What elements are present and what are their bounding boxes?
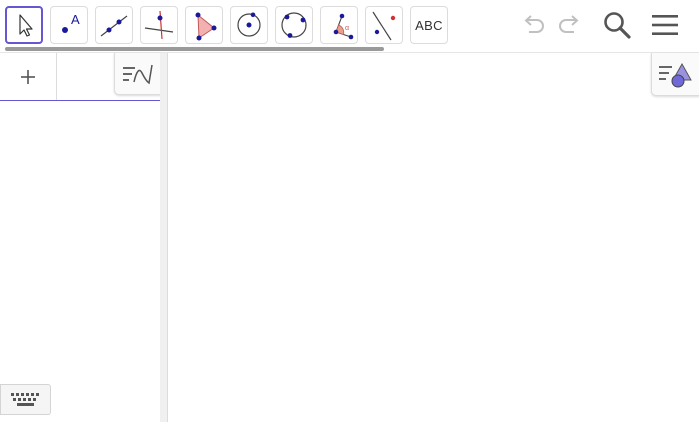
- reflect-tool-button[interactable]: [365, 6, 403, 44]
- point-tool-glyph: A: [71, 12, 80, 27]
- main-menu-button[interactable]: [648, 8, 682, 42]
- move-arrow-icon: [19, 14, 33, 37]
- plus-icon: [21, 69, 35, 84]
- graphics-style-bar-button[interactable]: [651, 53, 699, 96]
- search-button[interactable]: [600, 8, 634, 42]
- search-icon: [604, 12, 631, 39]
- hamburger-menu-icon: [652, 15, 678, 35]
- redo-icon: [559, 15, 579, 33]
- point-tool-button[interactable]: A: [50, 6, 88, 44]
- line-tool-button[interactable]: [95, 6, 133, 44]
- graphics-style-bar-icon: [659, 62, 692, 88]
- perpendicular-tool-button[interactable]: [140, 6, 178, 44]
- undo-button[interactable]: [516, 8, 550, 42]
- algebra-view: [0, 53, 161, 422]
- text-tool-label: ABC: [415, 17, 443, 33]
- algebra-view-menu-icon: [122, 64, 153, 84]
- angle-tool-glyph: α: [345, 25, 349, 32]
- line-icon: [100, 15, 128, 37]
- redo-button[interactable]: [553, 8, 587, 42]
- circle-three-points-icon: [281, 12, 307, 38]
- toolbar-scrollbar[interactable]: [5, 47, 384, 51]
- angle-tool-button[interactable]: α: [320, 6, 358, 44]
- text-tool-button[interactable]: ABC: [410, 6, 448, 44]
- keyboard-icon: [10, 392, 39, 406]
- circle-center-point-icon: [237, 12, 261, 37]
- reflect-about-line-icon: [372, 11, 396, 41]
- view-divider[interactable]: [160, 53, 168, 422]
- graphics-view[interactable]: [168, 53, 699, 422]
- move-tool-button[interactable]: [5, 6, 43, 44]
- point-icon: A: [62, 12, 80, 33]
- angle-icon: α: [333, 13, 354, 40]
- algebra-view-menu-button[interactable]: [114, 53, 161, 95]
- virtual-keyboard-button[interactable]: [0, 384, 51, 415]
- algebra-input-add-cell[interactable]: [0, 53, 57, 100]
- circle-three-points-tool-button[interactable]: [275, 6, 313, 44]
- circle-tool-button[interactable]: [230, 6, 268, 44]
- polygon-tool-button[interactable]: [185, 6, 223, 44]
- undo-icon: [524, 15, 544, 33]
- polygon-icon: [195, 12, 217, 41]
- perpendicular-line-icon: [144, 10, 174, 40]
- toolbar: A α ABC: [0, 0, 699, 53]
